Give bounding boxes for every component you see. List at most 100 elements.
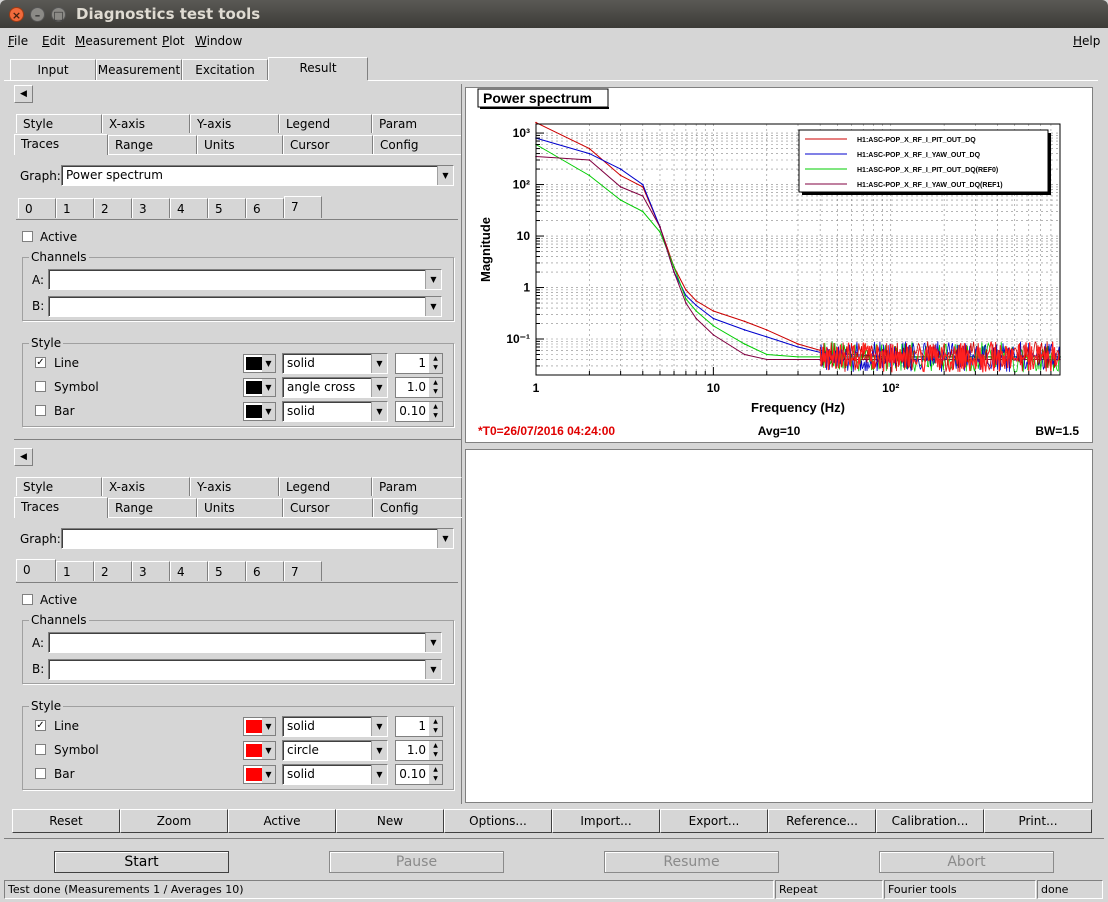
- line-style-select[interactable]: solid ▼: [282, 716, 388, 737]
- plot-pane[interactable]: Power spectrum 1 10 10² 10⁻¹ 1 10 10² 10³ Frequen…: [465, 87, 1093, 443]
- trace-tab[interactable]: 5: [208, 198, 246, 218]
- tab-result[interactable]: Result: [268, 57, 368, 80]
- bar-style-select[interactable]: solid ▼: [282, 401, 388, 422]
- symbol-checkbox[interactable]: [35, 381, 46, 392]
- bar-style-select[interactable]: solid ▼: [282, 764, 388, 785]
- active-checkbox[interactable]: [22, 231, 33, 242]
- menu-edit[interactable]: Edit: [42, 34, 65, 48]
- line-checkbox[interactable]: ✓: [35, 357, 46, 368]
- tab-config[interactable]: Config: [373, 135, 462, 154]
- menu-window[interactable]: Window: [195, 34, 242, 48]
- active-button[interactable]: Active: [228, 809, 336, 833]
- tab-y-axis[interactable]: Y-axis: [190, 477, 279, 496]
- collapse-left-icon[interactable]: ◀: [14, 448, 33, 466]
- channel-a-select[interactable]: ▼: [48, 269, 442, 290]
- symbol-color-picker[interactable]: ▼: [243, 378, 276, 397]
- line-color-picker[interactable]: ▼: [243, 717, 276, 736]
- tab-style[interactable]: Style: [16, 477, 102, 496]
- bar-color-picker[interactable]: ▼: [243, 765, 276, 784]
- trace-tab[interactable]: 0: [18, 198, 56, 218]
- tab-range[interactable]: Range: [108, 135, 197, 154]
- trace-tab[interactable]: 7: [284, 196, 322, 218]
- channel-b-select[interactable]: ▼: [48, 659, 442, 680]
- new-button[interactable]: New: [336, 809, 444, 833]
- spinner-arrows-icon[interactable]: ▲ ▼: [429, 741, 442, 760]
- trace-tab[interactable]: 2: [94, 198, 132, 218]
- spinner-arrows-icon[interactable]: ▲ ▼: [429, 402, 442, 421]
- active-checkbox[interactable]: [22, 594, 33, 605]
- menu-plot[interactable]: Plot: [162, 34, 185, 48]
- trace-tab[interactable]: 4: [170, 198, 208, 218]
- bar-width-spinner[interactable]: 0.10 ▲ ▼: [395, 764, 443, 785]
- zoom-button[interactable]: Zoom: [120, 809, 228, 833]
- trace-tab[interactable]: 6: [246, 561, 284, 581]
- reset-button[interactable]: Reset: [12, 809, 120, 833]
- line-style-select[interactable]: solid ▼: [282, 353, 388, 374]
- graph-select[interactable]: ▼: [61, 528, 454, 549]
- import-button[interactable]: Import...: [552, 809, 660, 833]
- export-button[interactable]: Export...: [660, 809, 768, 833]
- trace-tab[interactable]: 3: [132, 561, 170, 581]
- line-color-picker[interactable]: ▼: [243, 354, 276, 373]
- trace-tab[interactable]: 3: [132, 198, 170, 218]
- tab-cursor[interactable]: Cursor: [283, 498, 373, 517]
- trace-tab[interactable]: 1: [56, 198, 94, 218]
- tab-traces[interactable]: Traces: [14, 497, 108, 518]
- close-icon[interactable]: ×: [9, 7, 24, 22]
- channel-b-select[interactable]: ▼: [48, 296, 442, 317]
- tab-input[interactable]: Input: [10, 59, 96, 80]
- tab-legend[interactable]: Legend: [279, 114, 372, 133]
- menu-file[interactable]: File: [8, 34, 28, 48]
- line-width-spinner[interactable]: 1 ▲ ▼: [395, 353, 443, 374]
- calibration-button[interactable]: Calibration...: [876, 809, 984, 833]
- spinner-arrows-icon[interactable]: ▲ ▼: [429, 717, 442, 736]
- tab-range[interactable]: Range: [108, 498, 197, 517]
- tab-x-axis[interactable]: X-axis: [102, 477, 190, 496]
- symbol-style-select[interactable]: circle ▼: [282, 740, 388, 761]
- power-spectrum-chart[interactable]: Power spectrum 1 10 10² 10⁻¹ 1 10 10² 10³ Frequen…: [466, 88, 1092, 442]
- trace-tab[interactable]: 6: [246, 198, 284, 218]
- resume-button[interactable]: Resume: [604, 851, 779, 873]
- menu-help[interactable]: Help: [1073, 34, 1100, 48]
- tab-style[interactable]: Style: [16, 114, 102, 133]
- plot-pane-empty[interactable]: [465, 449, 1093, 803]
- pause-button[interactable]: Pause: [329, 851, 504, 873]
- symbol-color-picker[interactable]: ▼: [243, 741, 276, 760]
- bar-checkbox[interactable]: [35, 768, 46, 779]
- trace-tab[interactable]: 7: [284, 561, 322, 581]
- spinner-arrows-icon[interactable]: ▲ ▼: [429, 354, 442, 373]
- tab-units[interactable]: Units: [197, 135, 283, 154]
- tab-param[interactable]: Param: [372, 114, 462, 133]
- tab-x-axis[interactable]: X-axis: [102, 114, 190, 133]
- trace-tab[interactable]: 1: [56, 561, 94, 581]
- graph-select[interactable]: Power spectrum ▼: [61, 165, 454, 186]
- tab-legend[interactable]: Legend: [279, 477, 372, 496]
- menu-measurement[interactable]: Measurement: [75, 34, 157, 48]
- tab-param[interactable]: Param: [372, 477, 462, 496]
- symbol-checkbox[interactable]: [35, 744, 46, 755]
- spinner-arrows-icon[interactable]: ▲ ▼: [429, 378, 442, 397]
- symbol-size-spinner[interactable]: 1.0 ▲ ▼: [395, 740, 443, 761]
- reference-button[interactable]: Reference...: [768, 809, 876, 833]
- collapse-left-icon[interactable]: ◀: [14, 85, 33, 103]
- print-button[interactable]: Print...: [984, 809, 1092, 833]
- minimize-icon[interactable]: –: [30, 7, 45, 22]
- trace-tab[interactable]: 4: [170, 561, 208, 581]
- bar-checkbox[interactable]: [35, 405, 46, 416]
- tab-units[interactable]: Units: [197, 498, 283, 517]
- maximize-icon[interactable]: □: [51, 7, 66, 22]
- tab-traces[interactable]: Traces: [14, 134, 108, 155]
- start-button[interactable]: Start: [54, 851, 229, 873]
- trace-tab[interactable]: 0: [16, 559, 56, 581]
- bar-width-spinner[interactable]: 0.10 ▲ ▼: [395, 401, 443, 422]
- spinner-arrows-icon[interactable]: ▲ ▼: [429, 765, 442, 784]
- symbol-style-select[interactable]: angle cross ▼: [282, 377, 388, 398]
- tab-cursor[interactable]: Cursor: [283, 135, 373, 154]
- abort-button[interactable]: Abort: [879, 851, 1054, 873]
- tab-y-axis[interactable]: Y-axis: [190, 114, 279, 133]
- line-width-spinner[interactable]: 1 ▲ ▼: [395, 716, 443, 737]
- tab-measurement[interactable]: Measurement: [96, 59, 182, 80]
- symbol-size-spinner[interactable]: 1.0 ▲ ▼: [395, 377, 443, 398]
- tab-excitation[interactable]: Excitation: [182, 59, 268, 80]
- channel-a-select[interactable]: ▼: [48, 632, 442, 653]
